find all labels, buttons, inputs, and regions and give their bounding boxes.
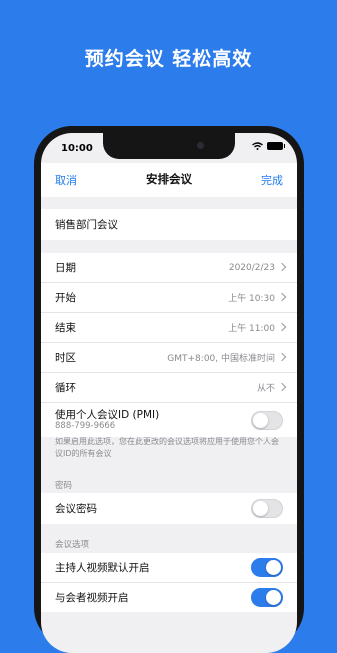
pmi-note: 如果启用此选项，您在此更改的会议选项将应用于使用您个人会议ID的所有会议 bbox=[55, 437, 279, 458]
promo-headline: 预约会议 轻松高效 bbox=[84, 48, 253, 70]
topic-field[interactable]: 销售部门会议 bbox=[41, 209, 297, 240]
topic-group: 销售部门会议 bbox=[41, 209, 297, 240]
password-toggle[interactable] bbox=[251, 499, 283, 518]
repeat-label: 循环 bbox=[55, 382, 76, 394]
date-row[interactable]: 日期 2020/2/23 bbox=[41, 253, 297, 283]
page-title: 安排会议 bbox=[146, 172, 192, 186]
start-label: 开始 bbox=[55, 292, 76, 304]
toggle-knob bbox=[266, 560, 281, 575]
password-section-header: 密码 bbox=[55, 481, 73, 491]
schedule-group: 日期 2020/2/23 开始 上午 10:30 结束 上午 11:00 时区 … bbox=[41, 253, 297, 437]
nav-bar: 取消 安排会议 完成 bbox=[41, 163, 297, 197]
password-group: 会议密码 bbox=[41, 493, 297, 524]
options-group: 主持人视频默认开启 与会者视频开启 bbox=[41, 553, 297, 612]
pmi-toggle[interactable] bbox=[251, 410, 283, 430]
battery-icon bbox=[267, 142, 285, 150]
status-icons bbox=[252, 142, 285, 150]
host-video-toggle[interactable] bbox=[251, 558, 283, 577]
date-value: 2020/2/23 bbox=[228, 262, 275, 273]
chevron-right-icon bbox=[277, 382, 287, 392]
end-row[interactable]: 结束 上午 11:00 bbox=[41, 313, 297, 343]
chevron-right-icon bbox=[277, 322, 287, 332]
toggle-knob bbox=[253, 412, 268, 428]
participant-video-toggle[interactable] bbox=[251, 588, 283, 607]
options-section-header: 会议选项 bbox=[55, 540, 90, 550]
repeat-value: 从不 bbox=[256, 384, 275, 394]
end-value: 上午 11:00 bbox=[228, 324, 275, 334]
timezone-row[interactable]: 时区 GMT+8:00, 中国标准时间 bbox=[41, 343, 297, 373]
password-row: 会议密码 bbox=[41, 493, 297, 524]
participant-video-label: 与会者视频开启 bbox=[55, 592, 129, 604]
phone-screen: 10:00 取消 安排会议 完成 销售部门会议 日期 2020/2/23 开始 bbox=[41, 133, 297, 653]
timezone-label: 时区 bbox=[55, 352, 76, 364]
date-label: 日期 bbox=[55, 262, 76, 274]
toggle-knob bbox=[266, 590, 281, 605]
chevron-right-icon bbox=[277, 352, 287, 362]
host-video-label: 主持人视频默认开启 bbox=[55, 562, 150, 574]
timezone-value: GMT+8:00, 中国标准时间 bbox=[167, 354, 275, 364]
repeat-row[interactable]: 循环 从不 bbox=[41, 373, 297, 403]
wifi-icon bbox=[252, 142, 263, 150]
pmi-label: 使用个人会议ID (PMI) bbox=[55, 409, 160, 421]
pmi-row: 使用个人会议ID (PMI) 888-799-9666 bbox=[41, 403, 297, 437]
chevron-right-icon bbox=[277, 292, 287, 302]
status-time: 10:00 bbox=[61, 143, 93, 154]
topic-text: 销售部门会议 bbox=[55, 219, 118, 231]
done-button[interactable]: 完成 bbox=[261, 172, 283, 188]
start-value: 上午 10:30 bbox=[228, 294, 275, 304]
participant-video-row: 与会者视频开启 bbox=[41, 583, 297, 612]
chevron-right-icon bbox=[277, 262, 287, 272]
pmi-number: 888-799-9666 bbox=[55, 421, 116, 431]
password-label: 会议密码 bbox=[55, 503, 97, 515]
host-video-row: 主持人视频默认开启 bbox=[41, 553, 297, 583]
start-row[interactable]: 开始 上午 10:30 bbox=[41, 283, 297, 313]
phone-notch bbox=[103, 133, 235, 159]
end-label: 结束 bbox=[55, 322, 76, 334]
toggle-knob bbox=[253, 501, 268, 516]
camera-icon bbox=[197, 142, 204, 149]
